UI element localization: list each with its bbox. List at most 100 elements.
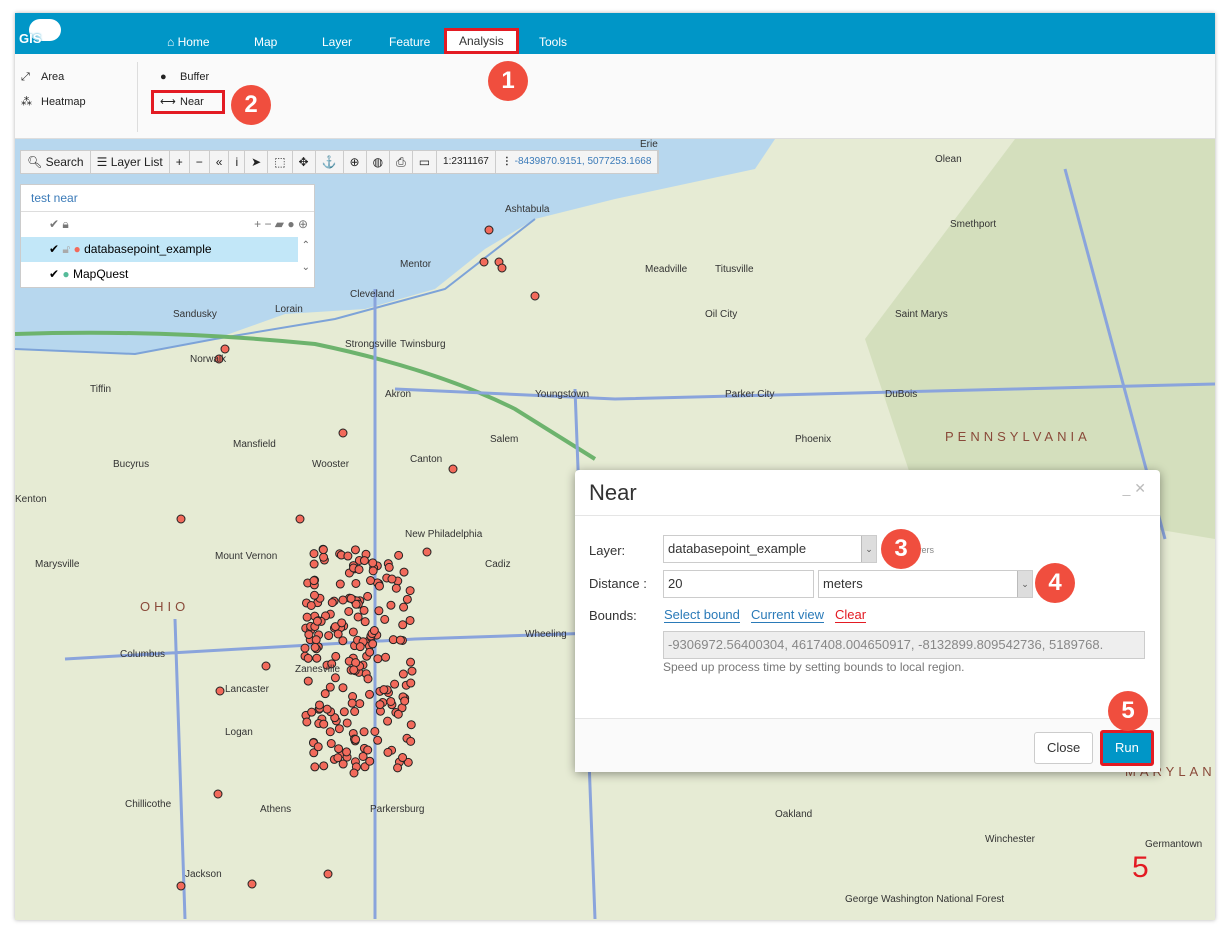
- data-point[interactable]: [406, 657, 416, 667]
- data-point[interactable]: [400, 696, 410, 706]
- data-point[interactable]: [213, 789, 223, 799]
- clear-link[interactable]: Clear: [835, 607, 867, 623]
- data-point[interactable]: [386, 696, 396, 706]
- data-point[interactable]: [220, 344, 230, 354]
- data-point[interactable]: [304, 630, 314, 640]
- data-point[interactable]: [315, 700, 325, 710]
- data-point[interactable]: [303, 676, 313, 686]
- data-point[interactable]: [335, 579, 345, 589]
- data-point[interactable]: [479, 257, 489, 267]
- data-point[interactable]: [323, 869, 333, 879]
- nav-feature[interactable]: Feature: [389, 35, 430, 49]
- pan-icon[interactable]: ✥: [293, 151, 316, 173]
- data-point[interactable]: [176, 881, 186, 891]
- data-point[interactable]: [342, 718, 352, 728]
- data-point[interactable]: [351, 734, 361, 744]
- data-point[interactable]: [331, 651, 341, 661]
- pin-icon[interactable]: ⚓: [316, 151, 344, 173]
- data-point[interactable]: [313, 742, 323, 752]
- data-point[interactable]: [312, 653, 322, 663]
- data-point[interactable]: [366, 576, 376, 586]
- data-point[interactable]: [355, 642, 365, 652]
- heatmap-button[interactable]: ⁂ Heatmap: [21, 95, 86, 108]
- zoom-extent-icon[interactable]: ⊕: [344, 151, 367, 173]
- data-point[interactable]: [342, 747, 352, 757]
- layer-select[interactable]: databasepoint_example ⌄: [663, 535, 877, 563]
- data-point[interactable]: [309, 549, 319, 559]
- data-point[interactable]: [338, 428, 348, 438]
- data-point[interactable]: [374, 606, 384, 616]
- select-box-icon[interactable]: ⬚: [268, 151, 293, 173]
- data-point[interactable]: [398, 753, 408, 763]
- data-point[interactable]: [310, 642, 320, 652]
- nav-layer[interactable]: Layer: [322, 35, 352, 49]
- data-point[interactable]: [333, 629, 343, 639]
- data-point[interactable]: [363, 591, 373, 601]
- data-point[interactable]: [399, 602, 409, 612]
- data-point[interactable]: [338, 595, 348, 605]
- data-point[interactable]: [405, 586, 415, 596]
- data-point[interactable]: [390, 679, 400, 689]
- zoom-out-icon[interactable]: −: [190, 151, 210, 173]
- data-point[interactable]: [375, 700, 385, 710]
- data-point[interactable]: [333, 753, 343, 763]
- data-point[interactable]: [261, 661, 271, 671]
- data-point[interactable]: [176, 514, 186, 524]
- info-icon[interactable]: i: [229, 151, 246, 173]
- data-point[interactable]: [334, 744, 344, 754]
- data-point[interactable]: [346, 593, 356, 603]
- data-point[interactable]: [319, 719, 329, 729]
- data-point[interactable]: [393, 763, 403, 773]
- data-point[interactable]: [393, 709, 403, 719]
- data-point[interactable]: [359, 605, 369, 615]
- data-point[interactable]: [359, 727, 369, 737]
- data-point[interactable]: [422, 547, 432, 557]
- globe-icon[interactable]: ◍: [367, 151, 391, 173]
- data-point[interactable]: [399, 567, 409, 577]
- data-point[interactable]: [302, 717, 312, 727]
- data-point[interactable]: [365, 689, 375, 699]
- layer-actions[interactable]: + − ▰ ● ⊕: [254, 212, 308, 237]
- data-point[interactable]: [303, 653, 313, 663]
- data-point[interactable]: [325, 682, 335, 692]
- dialog-window-controls[interactable]: _ ✕: [1123, 480, 1146, 497]
- data-point[interactable]: [387, 574, 397, 584]
- current-view-link[interactable]: Current view: [751, 607, 824, 623]
- data-point[interactable]: [334, 724, 344, 734]
- data-point[interactable]: [365, 647, 375, 657]
- data-point[interactable]: [322, 704, 332, 714]
- data-point[interactable]: [247, 879, 257, 889]
- data-point[interactable]: [312, 616, 322, 626]
- data-point[interactable]: [348, 627, 358, 637]
- nav-map[interactable]: Map: [254, 35, 277, 49]
- nav-tools[interactable]: Tools: [539, 35, 567, 49]
- data-point[interactable]: [326, 739, 336, 749]
- data-point[interactable]: [368, 558, 378, 568]
- area-button[interactable]: ⤢ Area: [21, 71, 64, 84]
- data-point[interactable]: [406, 736, 416, 746]
- data-point[interactable]: [530, 291, 540, 301]
- ruler-icon[interactable]: ▭: [413, 151, 438, 173]
- layer-scrollbar[interactable]: ⌃ ⌄: [302, 240, 310, 273]
- data-point[interactable]: [327, 598, 337, 608]
- data-point[interactable]: [319, 761, 329, 771]
- data-point[interactable]: [359, 556, 369, 566]
- run-button[interactable]: Run: [1100, 730, 1154, 766]
- data-point[interactable]: [363, 674, 373, 684]
- data-point[interactable]: [395, 635, 405, 645]
- layer-item[interactable]: ✔ ● MapQuest: [21, 262, 314, 287]
- zoom-in-icon[interactable]: +: [170, 151, 190, 173]
- data-point[interactable]: [355, 699, 365, 709]
- data-point[interactable]: [318, 545, 328, 555]
- data-point[interactable]: [360, 617, 370, 627]
- data-point[interactable]: [351, 658, 361, 668]
- data-point[interactable]: [215, 686, 225, 696]
- data-point[interactable]: [354, 564, 364, 574]
- data-point[interactable]: [406, 678, 416, 688]
- pointer-icon[interactable]: ➤: [245, 151, 269, 173]
- data-point[interactable]: [384, 562, 394, 572]
- data-point[interactable]: [386, 600, 396, 610]
- data-point[interactable]: [306, 600, 316, 610]
- data-point[interactable]: [383, 747, 393, 757]
- data-point[interactable]: [319, 552, 329, 562]
